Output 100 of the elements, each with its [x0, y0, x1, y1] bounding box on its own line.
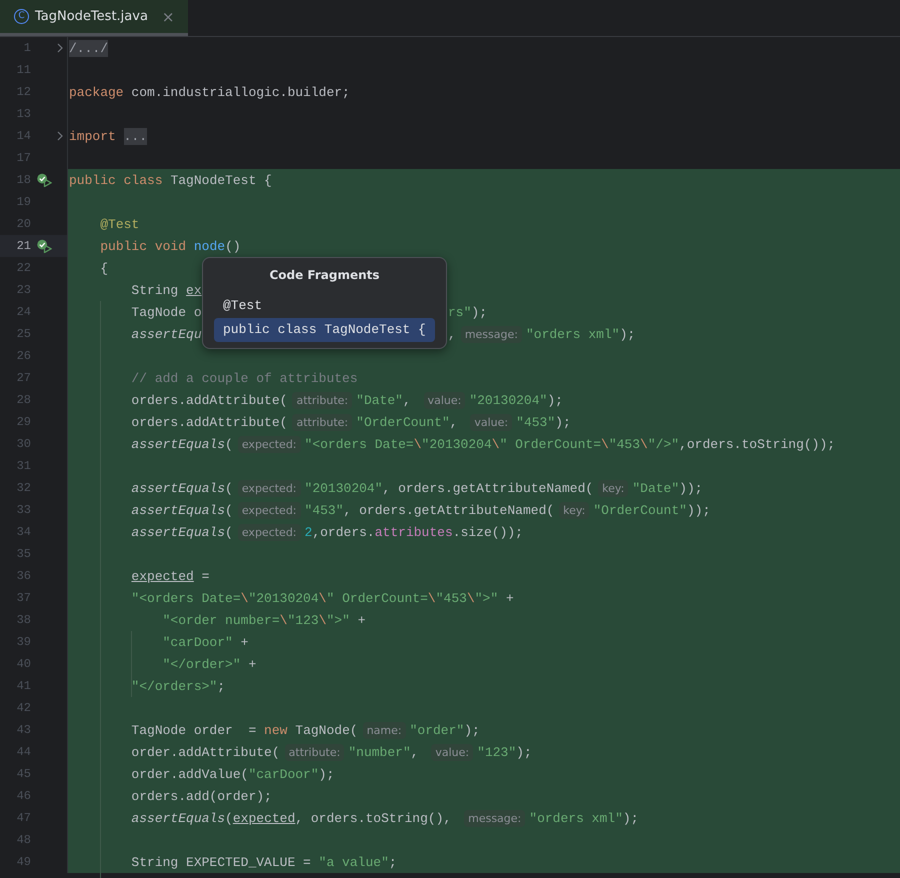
code-text: , — [402, 392, 412, 408]
line-number: 21 — [16, 239, 31, 253]
string-literal: "<orders Date= — [131, 590, 241, 606]
string-literal: "a value" — [318, 854, 389, 870]
code-text: , orders.toString(), — [295, 810, 452, 826]
parameter-hint: expected: — [238, 524, 301, 540]
chevron-right-icon[interactable] — [57, 131, 63, 141]
string-literal: " OrderCount= — [500, 436, 601, 452]
string-literal: "OrderCount" — [593, 502, 687, 518]
code-text: ( — [225, 480, 233, 496]
code-text: ); — [516, 744, 532, 760]
code-text: )); — [679, 480, 703, 496]
code-text: ); — [464, 722, 480, 738]
code-text: ); — [620, 326, 636, 342]
folded-code[interactable]: ... — [124, 128, 148, 144]
string-literal: "OrderCount" — [356, 414, 450, 430]
escape-char: \ — [601, 436, 609, 452]
parameter-hint: name: — [362, 722, 406, 738]
method-call: assertEquals — [131, 480, 226, 496]
string-literal: "orders xml" — [529, 810, 623, 826]
string-literal: "453 — [436, 590, 467, 606]
variable-name: expected — [232, 810, 296, 826]
code-text: + — [248, 656, 256, 672]
code-text: + — [506, 590, 514, 606]
code-text: = — [202, 568, 210, 584]
code-text: String EXPECTED_VALUE = — [131, 854, 312, 870]
code-text: orders.add(order); — [131, 788, 272, 804]
variable-name: ex — [186, 282, 202, 298]
string-literal: "<order number= — [162, 612, 280, 628]
parameter-hint: expected: — [238, 502, 301, 518]
parameter-hint: attribute: — [292, 392, 352, 408]
code-text: order.addAttribute( — [131, 744, 280, 760]
string-literal: " OrderCount= — [326, 590, 428, 606]
string-literal: "Date" — [356, 392, 403, 408]
string-literal: "123" — [477, 744, 516, 760]
parameter-hint: expected: — [238, 480, 301, 496]
folded-code[interactable]: /.../ — [69, 40, 108, 56]
escape-char: \ — [466, 590, 475, 606]
code-text: ); — [547, 392, 563, 408]
fragment-item[interactable]: public class TagNodeTest { — [214, 318, 435, 342]
string-literal: "carDoor" — [162, 634, 233, 650]
code-text: + — [358, 612, 366, 628]
escape-char: \ — [318, 590, 326, 606]
editor-tab[interactable]: C TagNodeTest.java × — [0, 0, 188, 36]
keyword: new — [264, 722, 288, 738]
string-literal: "453 — [608, 436, 640, 452]
code-text: orders.addAttribute( — [131, 414, 288, 430]
parameter-hint: attribute: — [284, 744, 344, 760]
string-literal: "carDoor" — [248, 766, 319, 782]
parameter-hint: value: — [470, 414, 512, 430]
code-text: TagNode o — [131, 304, 202, 320]
code-text: ( — [225, 810, 233, 826]
string-literal: "/>" — [648, 436, 680, 452]
code-text: , — [448, 326, 456, 342]
code-text: ); — [318, 766, 334, 782]
code-text: ; — [217, 678, 226, 694]
method-call: assertEquals — [131, 502, 226, 518]
method-name: node — [194, 238, 226, 254]
string-literal: "20130204 — [422, 436, 492, 452]
popup-title: Code Fragments — [268, 268, 381, 282]
code-text: ,orders. — [312, 524, 375, 540]
keyword: public class — [69, 172, 163, 188]
method-call: assertEquals — [131, 810, 226, 826]
string-literal: ">" — [474, 590, 498, 606]
string-literal: ">" — [326, 612, 350, 628]
keyword: public void — [100, 238, 186, 254]
chevron-right-icon[interactable] — [57, 43, 63, 53]
code-text: .size()); — [452, 524, 523, 540]
variable-name: expected — [131, 568, 194, 584]
string-literal: rs" — [448, 304, 472, 320]
test-passed-icon[interactable] — [36, 173, 52, 187]
number-literal: 2 — [304, 524, 312, 540]
string-literal: "orders xml" — [526, 326, 620, 342]
code-text: ,orders.toString()); — [679, 436, 836, 452]
code-text: , orders.getAttributeNamed( — [344, 502, 554, 518]
code-text: + — [240, 634, 248, 650]
string-literal: "20130204" — [469, 392, 548, 408]
code-text: ); — [622, 810, 638, 826]
code-text: ); — [555, 414, 571, 430]
method-call: assertEqu — [131, 326, 202, 342]
string-literal: "123 — [287, 612, 319, 628]
code-text: () — [225, 238, 241, 254]
string-literal: "Date" — [632, 480, 680, 496]
parameter-hint: key: — [559, 502, 590, 518]
string-literal: "<orders Date= — [304, 436, 414, 452]
test-passed-icon[interactable] — [36, 239, 52, 253]
code-text: order.addValue( — [131, 766, 248, 782]
string-literal: "</order>" — [162, 656, 241, 672]
fragment-item[interactable]: @Test — [214, 294, 435, 318]
code-text: , — [410, 744, 420, 760]
string-literal: "number" — [348, 744, 411, 760]
string-literal: "453" — [516, 414, 556, 430]
code-text: , — [450, 414, 459, 430]
keyword: package — [69, 84, 124, 100]
field-name: attributes — [374, 524, 453, 540]
string-literal: "20130204 — [248, 590, 319, 606]
method-call: assertEquals — [131, 436, 226, 452]
escape-char: \ — [428, 590, 436, 606]
string-literal: "453" — [304, 502, 344, 518]
escape-char: \ — [280, 612, 288, 628]
